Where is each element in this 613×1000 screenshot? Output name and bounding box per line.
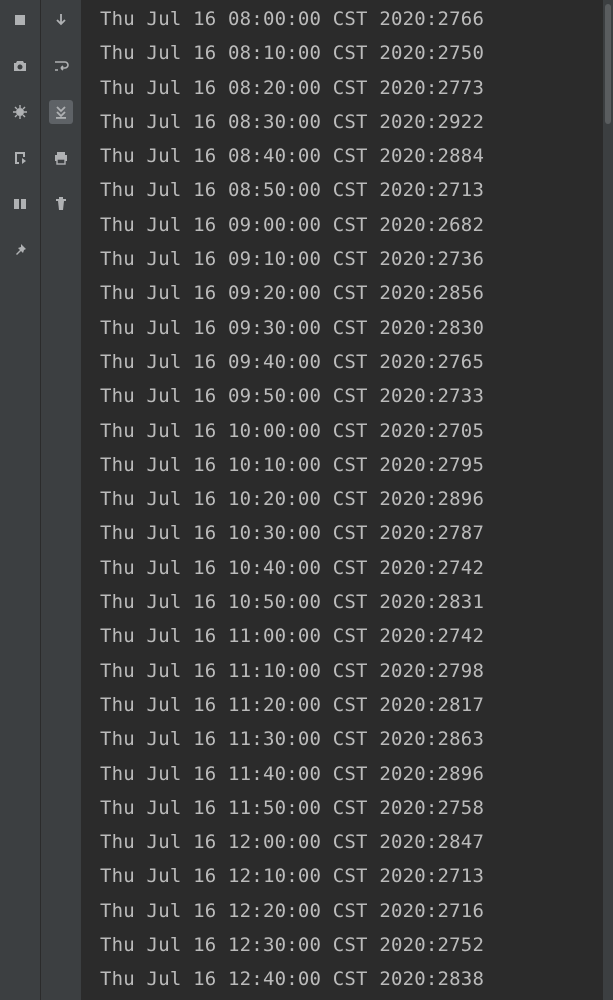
console-line: Thu Jul 16 11:50:00 CST 2020:2758	[100, 791, 603, 825]
console-line: Thu Jul 16 10:40:00 CST 2020:2742	[100, 551, 603, 585]
console-line: Thu Jul 16 12:10:00 CST 2020:2713	[100, 859, 603, 893]
console-line: Thu Jul 16 11:10:00 CST 2020:2798	[100, 654, 603, 688]
console-line: Thu Jul 16 09:20:00 CST 2020:2856	[100, 276, 603, 310]
console-line: Thu Jul 16 10:00:00 CST 2020:2705	[100, 414, 603, 448]
console-line: Thu Jul 16 09:00:00 CST 2020:2682	[100, 208, 603, 242]
console-line: Thu Jul 16 08:00:00 CST 2020:2766	[100, 2, 603, 36]
app-root: Thu Jul 16 08:00:00 CST 2020:2766Thu Jul…	[0, 0, 613, 1000]
console-line: Thu Jul 16 10:20:00 CST 2020:2896	[100, 482, 603, 516]
console-line: Thu Jul 16 11:30:00 CST 2020:2863	[100, 722, 603, 756]
scrollbar-thumb[interactable]	[605, 4, 611, 124]
console-line: Thu Jul 16 08:40:00 CST 2020:2884	[100, 139, 603, 173]
export-icon[interactable]	[8, 146, 32, 170]
vertical-scrollbar[interactable]	[603, 0, 613, 1000]
trash-icon[interactable]	[49, 192, 73, 216]
console-line: Thu Jul 16 09:40:00 CST 2020:2765	[100, 345, 603, 379]
console-line: Thu Jul 16 12:00:00 CST 2020:2847	[100, 825, 603, 859]
arrow-down-icon[interactable]	[49, 8, 73, 32]
console-line: Thu Jul 16 08:50:00 CST 2020:2713	[100, 173, 603, 207]
console-line: Thu Jul 16 11:20:00 CST 2020:2817	[100, 688, 603, 722]
console-line: Thu Jul 16 08:20:00 CST 2020:2773	[100, 71, 603, 105]
print-icon[interactable]	[49, 146, 73, 170]
console-line: Thu Jul 16 10:50:00 CST 2020:2831	[100, 585, 603, 619]
stop-icon[interactable]	[8, 8, 32, 32]
camera-icon[interactable]	[8, 54, 32, 78]
console-line: Thu Jul 16 11:40:00 CST 2020:2896	[100, 757, 603, 791]
scroll-to-end-icon[interactable]	[49, 100, 73, 124]
console-line: Thu Jul 16 09:50:00 CST 2020:2733	[100, 379, 603, 413]
soft-wrap-icon[interactable]	[49, 54, 73, 78]
console-toolbar	[41, 0, 82, 1000]
console-line: Thu Jul 16 09:10:00 CST 2020:2736	[100, 242, 603, 276]
console-line: Thu Jul 16 12:40:00 CST 2020:2838	[100, 962, 603, 996]
left-toolbar	[0, 0, 41, 1000]
console-line: Thu Jul 16 12:30:00 CST 2020:2752	[100, 928, 603, 962]
console-line: Thu Jul 16 08:30:00 CST 2020:2922	[100, 105, 603, 139]
console-output[interactable]: Thu Jul 16 08:00:00 CST 2020:2766Thu Jul…	[94, 0, 603, 1000]
console-line: Thu Jul 16 10:10:00 CST 2020:2795	[100, 448, 603, 482]
console-line: Thu Jul 16 11:00:00 CST 2020:2742	[100, 619, 603, 653]
debug-icon[interactable]	[8, 100, 32, 124]
layout-icon[interactable]	[8, 192, 32, 216]
pin-icon[interactable]	[8, 238, 32, 262]
gutter	[82, 0, 94, 1000]
console-line: Thu Jul 16 12:20:00 CST 2020:2716	[100, 894, 603, 928]
console-line: Thu Jul 16 10:30:00 CST 2020:2787	[100, 516, 603, 550]
console-line: Thu Jul 16 08:10:00 CST 2020:2750	[100, 36, 603, 70]
console-line: Thu Jul 16 09:30:00 CST 2020:2830	[100, 311, 603, 345]
